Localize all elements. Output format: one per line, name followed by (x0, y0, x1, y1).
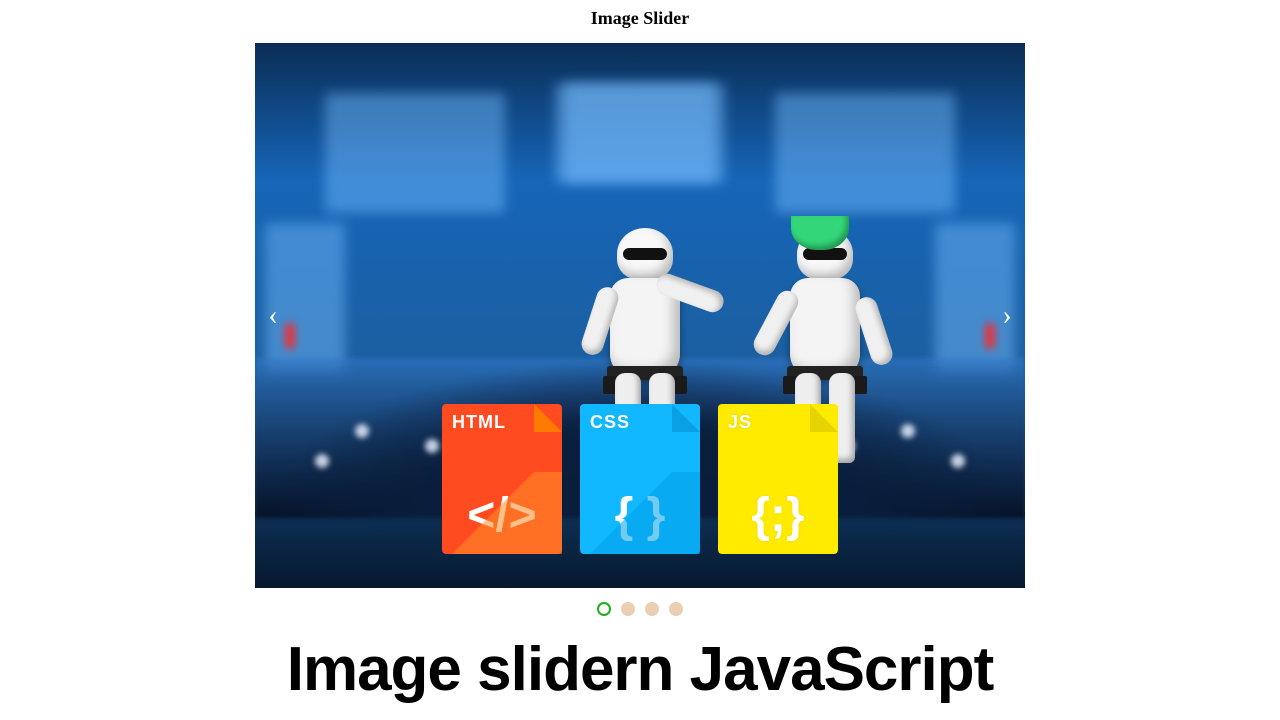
bokeh-dot (355, 424, 369, 438)
red-light-icon (985, 323, 995, 349)
file-badges: HTML </> CSS { } JS {;} (442, 404, 838, 554)
red-light-icon (285, 323, 295, 349)
footer-heading: Image slidern JavaScript (287, 634, 994, 705)
bokeh-dot (315, 454, 329, 468)
badge-label: JS (728, 412, 752, 433)
bokeh-dot (425, 439, 439, 453)
html-file-icon: HTML </> (442, 404, 562, 554)
pagination-dot[interactable] (645, 602, 659, 616)
pagination-dots (597, 602, 683, 616)
badge-glyph: { } (615, 492, 666, 540)
bokeh-dot (901, 424, 915, 438)
chevron-left-icon: ‹ (268, 300, 277, 332)
slide-image: HTML </> CSS { } JS {;} (255, 43, 1025, 588)
badge-glyph: {;} (751, 492, 804, 540)
page-title: Image Slider (591, 8, 690, 29)
next-button[interactable]: › (995, 296, 1019, 336)
js-file-icon: JS {;} (718, 404, 838, 554)
bg-panel (565, 83, 725, 183)
bg-panel (775, 93, 955, 213)
pagination-dot[interactable] (621, 602, 635, 616)
css-file-icon: CSS { } (580, 404, 700, 554)
chevron-right-icon: › (1002, 300, 1011, 332)
badge-label: CSS (590, 412, 630, 433)
pagination-dot[interactable] (669, 602, 683, 616)
badge-label: HTML (452, 412, 506, 433)
bokeh-dot (951, 454, 965, 468)
prev-button[interactable]: ‹ (261, 296, 285, 336)
badge-glyph: </> (467, 492, 536, 540)
pagination-dot[interactable] (597, 602, 611, 616)
bg-panel (325, 93, 505, 213)
image-slider: HTML </> CSS { } JS {;} ‹ › (255, 43, 1025, 588)
